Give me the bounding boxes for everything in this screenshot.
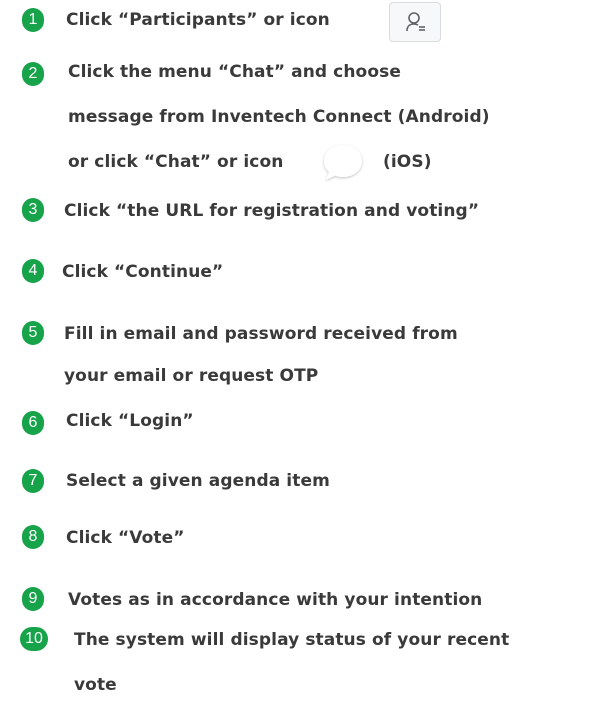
step-number-badge: 4 <box>22 259 44 283</box>
step-10-text-line-2: vote <box>74 675 117 695</box>
step-3-text: Click “the URL for registration and voti… <box>64 201 480 221</box>
step-7-text: Select a given agenda item <box>66 471 330 491</box>
step-number-badge: 10 <box>20 627 48 651</box>
step-number-badge: 7 <box>22 469 44 493</box>
step-1-text: Click “Participants” or icon <box>66 10 330 30</box>
step-2-text-line-1: Click the menu “Chat” and choose <box>68 62 401 82</box>
step-9-text: Votes as in accordance with your intenti… <box>68 590 483 610</box>
participants-icon <box>389 2 441 42</box>
step-8-text: Click “Vote” <box>66 528 185 548</box>
step-number-badge: 1 <box>22 8 44 32</box>
step-number-badge: 6 <box>22 411 44 435</box>
step-number-badge: 3 <box>22 198 44 222</box>
step-2-text-ios: (iOS) <box>383 152 432 172</box>
step-10-text-line-1: The system will display status of your r… <box>74 630 510 650</box>
step-4-text: Click “Continue” <box>62 262 224 282</box>
step-5-text-line-2: your email or request OTP <box>64 366 319 386</box>
step-5-text-line-1: Fill in email and password received from <box>64 324 458 344</box>
step-number-badge: 2 <box>22 62 44 86</box>
step-2-text-line-3: or click “Chat” or icon <box>68 152 284 172</box>
step-number-badge: 8 <box>22 525 44 549</box>
step-number-badge: 5 <box>22 321 44 345</box>
chat-bubble-icon <box>324 145 362 180</box>
step-6-text: Click “Login” <box>66 411 194 431</box>
step-number-badge: 9 <box>22 587 44 611</box>
step-2-text-line-2: message from Inventech Connect (Android) <box>68 107 490 127</box>
